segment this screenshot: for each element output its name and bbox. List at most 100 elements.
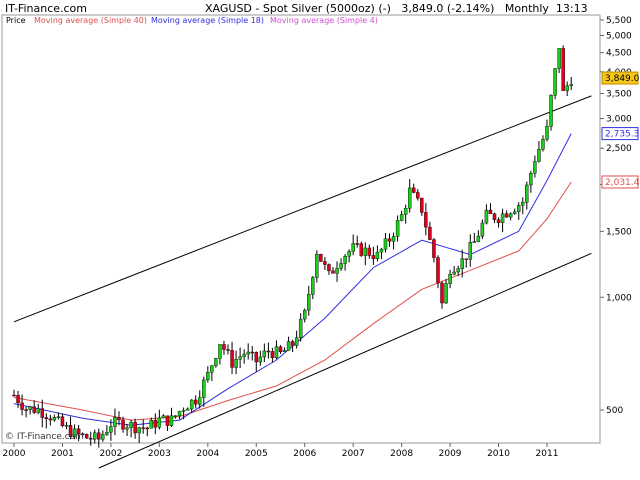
y-tick-label: 5,000 (606, 32, 632, 42)
candle-down (488, 209, 493, 215)
candle-up (274, 346, 279, 358)
candle-up (161, 415, 166, 419)
candle-up (383, 238, 388, 250)
candle-up (64, 425, 69, 427)
candle-up (403, 208, 408, 215)
y-tick-label: 4,500 (606, 49, 632, 59)
x-tick-label: 2000 (3, 449, 26, 459)
candle-up (307, 294, 311, 311)
candle-down (496, 219, 501, 223)
plot-area (1, 14, 601, 444)
candle-up (444, 283, 448, 304)
candle-down (323, 261, 327, 265)
candle-up (185, 408, 190, 411)
candle-down (416, 192, 420, 199)
last-quote: 3,849.0 (-2.14%) (401, 2, 495, 15)
candle-down (436, 257, 440, 284)
y-tick-label: 1,000 (606, 293, 632, 303)
candle-down (367, 247, 372, 256)
candle-down (133, 421, 137, 434)
candle-up (286, 341, 291, 351)
candle-down (371, 255, 376, 259)
candle-down (464, 258, 468, 260)
candle-down (222, 344, 226, 350)
candle-up (113, 417, 117, 427)
candle-up (533, 161, 537, 174)
candle-up (565, 85, 569, 91)
x-tick-label: 2001 (51, 449, 74, 459)
candle-up (315, 253, 319, 278)
x-tick-label: 2007 (342, 449, 365, 459)
candle-up (214, 358, 218, 367)
candle-down (387, 238, 392, 242)
candle-up (508, 213, 513, 218)
candle-down (16, 395, 20, 404)
candle-down (327, 264, 331, 272)
brand-label: IT-Finance.com (5, 2, 87, 15)
candle-up (169, 415, 174, 426)
candle-up (529, 173, 533, 186)
candle-up (347, 251, 351, 257)
x-tick-label: 2006 (293, 449, 316, 459)
y-tick-label: 500 (606, 406, 623, 416)
candle-up (351, 243, 355, 252)
x-tick-label: 2009 (439, 449, 462, 459)
candle-down (561, 48, 565, 91)
candle-down (319, 253, 323, 262)
candle-down (440, 282, 444, 304)
candle-up (343, 256, 347, 264)
candle-up (525, 184, 529, 203)
candle-up (210, 365, 214, 373)
candle-up (460, 258, 464, 269)
candle-up (407, 187, 412, 209)
candle-down (88, 438, 93, 440)
candle-up (537, 149, 541, 162)
ma18-value-tag-label: 2,735.3 (605, 130, 639, 140)
candle-up (363, 247, 368, 256)
candle-up (202, 379, 206, 398)
candle-up (258, 356, 263, 363)
candle-down (420, 197, 424, 213)
candle-up (298, 318, 303, 338)
candle-down (193, 399, 198, 405)
candle-down (254, 351, 259, 363)
candle-down (24, 409, 28, 411)
candle-up (109, 426, 113, 433)
candle-up (262, 350, 267, 358)
candle-down (331, 270, 335, 274)
legend-ma18: Moving average (Simple 18) (151, 16, 265, 25)
candle-up (198, 397, 202, 405)
candle-up (395, 220, 400, 237)
candle-down (117, 417, 121, 421)
candle-up (452, 271, 456, 275)
candle-up (125, 427, 129, 430)
candle-down (48, 418, 53, 421)
candle-up (476, 235, 481, 242)
candle-up (294, 337, 299, 346)
candle-up (391, 236, 396, 242)
candle-down (266, 350, 271, 353)
legend-ma4: Moving average (Simple 4) (270, 16, 378, 25)
candle-down (153, 419, 158, 428)
x-tick-label: 2010 (487, 449, 510, 459)
candle-up (101, 434, 105, 440)
candle-up (189, 399, 194, 410)
candle-down (250, 351, 254, 354)
candle-up (149, 419, 154, 429)
candle-up (557, 48, 561, 69)
candle-down (359, 243, 363, 256)
candle-down (230, 350, 234, 368)
candle-down (355, 243, 359, 245)
period-label: Monthly (504, 2, 549, 15)
candle-down (12, 394, 16, 397)
candle-up (541, 139, 545, 150)
y-tick-label: 3,000 (606, 115, 632, 125)
candle-up (549, 95, 553, 127)
x-tick-label: 2008 (390, 449, 413, 459)
candle-down (290, 341, 295, 346)
candle-down (226, 349, 230, 351)
candle-up (302, 309, 307, 320)
candle-down (97, 432, 101, 440)
candle-up (206, 372, 210, 381)
candle-up (500, 213, 505, 223)
